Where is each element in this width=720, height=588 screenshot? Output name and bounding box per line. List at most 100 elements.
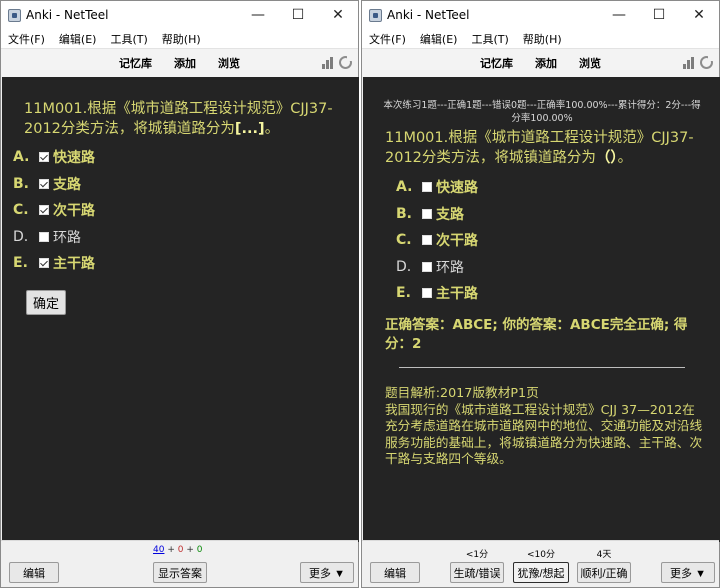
option-letter: C.	[396, 232, 412, 249]
maximize-button[interactable]: ☐	[639, 1, 679, 29]
menu-file[interactable]: 文件(F)	[8, 31, 45, 47]
option-label: 支路	[53, 176, 81, 193]
sync-icon[interactable]	[700, 56, 713, 69]
option-label: 快速路	[436, 180, 478, 197]
interval-good: 4天	[596, 550, 612, 560]
due-counts: 40 + 0 + 0	[153, 545, 203, 555]
practice-summary: 本次练习1题---正确1题---错误0题---正确率100.00%---累计得分…	[383, 100, 701, 124]
more-button[interactable]: 更多 ▼	[661, 562, 715, 583]
menu-tools[interactable]: 工具(T)	[471, 31, 508, 47]
question-text: 11M001.根据《城市道路工程设计规范》CJJ37-2012分类方法，将城镇道…	[385, 128, 703, 168]
toolbar-browse[interactable]: 浏览	[579, 55, 601, 71]
window-title: Anki - NetTeel	[26, 8, 109, 22]
option-checkbox	[422, 208, 432, 219]
option-checkbox[interactable]	[39, 152, 49, 163]
stats-icon[interactable]	[683, 56, 696, 69]
close-button[interactable]: ✕	[679, 1, 719, 29]
option-c: C. 次干路	[396, 227, 478, 254]
question-text: 11M001.根据《城市道路工程设计规范》CJJ37-2012分类方法，将城镇道…	[24, 99, 340, 139]
review-bottom-bar: 40 + 0 + 0 编辑 显示答案 更多 ▼	[1, 540, 358, 587]
minimize-button[interactable]: —	[599, 1, 639, 29]
new-count: 40	[153, 545, 165, 555]
option-letter: E.	[13, 255, 28, 272]
option-checkbox[interactable]	[39, 205, 49, 216]
count-separator: +	[186, 545, 194, 555]
option-e[interactable]: E. 主干路	[13, 250, 95, 277]
title-bar[interactable]: Anki - NetTeel — ☐ ✕	[362, 1, 719, 29]
sync-icon[interactable]	[339, 56, 352, 69]
option-label: 支路	[436, 206, 464, 223]
ease-good-button[interactable]: 顺利/正确	[577, 562, 631, 583]
option-checkbox[interactable]	[39, 258, 49, 269]
edit-button[interactable]: 编辑	[370, 562, 420, 583]
toolbar-add[interactable]: 添加	[174, 55, 196, 71]
question-stem: 11M001.根据《城市道路工程设计规范》CJJ37-2012分类方法，将城镇道…	[385, 130, 694, 166]
menu-help[interactable]: 帮助(H)	[162, 31, 201, 47]
option-e: E. 主干路	[396, 280, 478, 307]
learn-count: 0	[177, 545, 184, 555]
toolbar-decks[interactable]: 记忆库	[119, 55, 152, 71]
count-separator: +	[167, 545, 175, 555]
menu-edit[interactable]: 编辑(E)	[420, 31, 458, 47]
ease-hard-button[interactable]: 犹豫/想起	[513, 562, 569, 583]
option-c[interactable]: C. 次干路	[13, 197, 95, 224]
option-checkbox	[422, 261, 432, 272]
card-answer-area: 本次练习1题---正确1题---错误0题---正确率100.00%---累计得分…	[363, 77, 720, 542]
menu-file[interactable]: 文件(F)	[369, 31, 406, 47]
toolbar: 记忆库 添加 浏览	[1, 49, 358, 77]
more-button[interactable]: 更多 ▼	[300, 562, 354, 583]
menu-edit[interactable]: 编辑(E)	[59, 31, 97, 47]
option-label: 主干路	[436, 286, 478, 303]
explanation: 题目解析:2017版教材P1页 我国现行的《城市道路工程设计规范》CJJ 37—…	[385, 385, 707, 468]
review-bottom-bar: 编辑 <1分 生疏/错误 <10分 犹豫/想起 4天 顺利/正确 更多 ▼	[362, 540, 719, 587]
edit-button[interactable]: 编辑	[9, 562, 59, 583]
option-letter: B.	[13, 175, 29, 192]
cloze-blank: [...]	[234, 121, 265, 137]
ease-again-button[interactable]: 生疏/错误	[450, 562, 504, 583]
option-checkbox[interactable]	[39, 178, 49, 189]
option-letter: B.	[396, 205, 412, 222]
confirm-button[interactable]: 确定	[26, 290, 66, 315]
minimize-button[interactable]: —	[238, 1, 278, 29]
option-b[interactable]: B. 支路	[13, 171, 95, 198]
maximize-button[interactable]: ☐	[278, 1, 318, 29]
option-b: B. 支路	[396, 201, 478, 228]
option-label: 快速路	[53, 150, 95, 167]
answer-blank: （）	[595, 150, 618, 166]
interval-again: <1分	[465, 550, 489, 560]
stats-icon[interactable]	[322, 56, 335, 69]
interval-hard: <10分	[527, 550, 555, 560]
option-checkbox	[422, 288, 432, 299]
close-button[interactable]: ✕	[318, 1, 358, 29]
menu-tools[interactable]: 工具(T)	[110, 31, 147, 47]
options-list: A. 快速路 B. 支路 C. 次干路 D. 环路 E. 主干路	[13, 144, 95, 277]
show-answer-button[interactable]: 显示答案	[153, 562, 207, 583]
card-question-area: 11M001.根据《城市道路工程设计规范》CJJ37-2012分类方法，将城镇道…	[2, 77, 359, 542]
options-list: A. 快速路 B. 支路 C. 次干路 D. 环路 E. 主干路	[396, 174, 478, 307]
anki-window-question: Anki - NetTeel — ☐ ✕ 文件(F) 编辑(E) 工具(T) 帮…	[0, 0, 359, 588]
option-checkbox	[422, 235, 432, 246]
option-a[interactable]: A. 快速路	[13, 144, 95, 171]
option-letter: E.	[396, 285, 411, 302]
question-end: 。	[264, 121, 280, 137]
menu-help[interactable]: 帮助(H)	[523, 31, 562, 47]
title-bar[interactable]: Anki - NetTeel — ☐ ✕	[1, 1, 358, 29]
anki-window-answer: Anki - NetTeel — ☐ ✕ 文件(F) 编辑(E) 工具(T) 帮…	[361, 0, 720, 588]
option-d: D. 环路	[396, 254, 478, 281]
question-stem: 11M001.根据《城市道路工程设计规范》CJJ37-2012分类方法，将城镇道…	[24, 101, 333, 137]
option-d[interactable]: D. 环路	[13, 224, 95, 251]
option-checkbox[interactable]	[39, 231, 49, 242]
option-letter: A.	[396, 179, 413, 196]
toolbar-decks[interactable]: 记忆库	[480, 55, 513, 71]
menu-bar: 文件(F) 编辑(E) 工具(T) 帮助(H)	[362, 29, 719, 49]
option-label: 主干路	[53, 256, 95, 273]
option-letter: C.	[13, 202, 29, 219]
toolbar-add[interactable]: 添加	[535, 55, 557, 71]
toolbar-browse[interactable]: 浏览	[218, 55, 240, 71]
option-letter: D.	[13, 228, 29, 245]
option-letter: A.	[13, 149, 30, 166]
option-letter: D.	[396, 258, 412, 275]
review-count: 0	[196, 545, 203, 555]
explanation-title: 题目解析:2017版教材P1页	[385, 385, 539, 400]
explanation-body: 我国现行的《城市道路工程设计规范》CJJ 37—2012在充分考虑道路在城市道路…	[385, 401, 703, 467]
